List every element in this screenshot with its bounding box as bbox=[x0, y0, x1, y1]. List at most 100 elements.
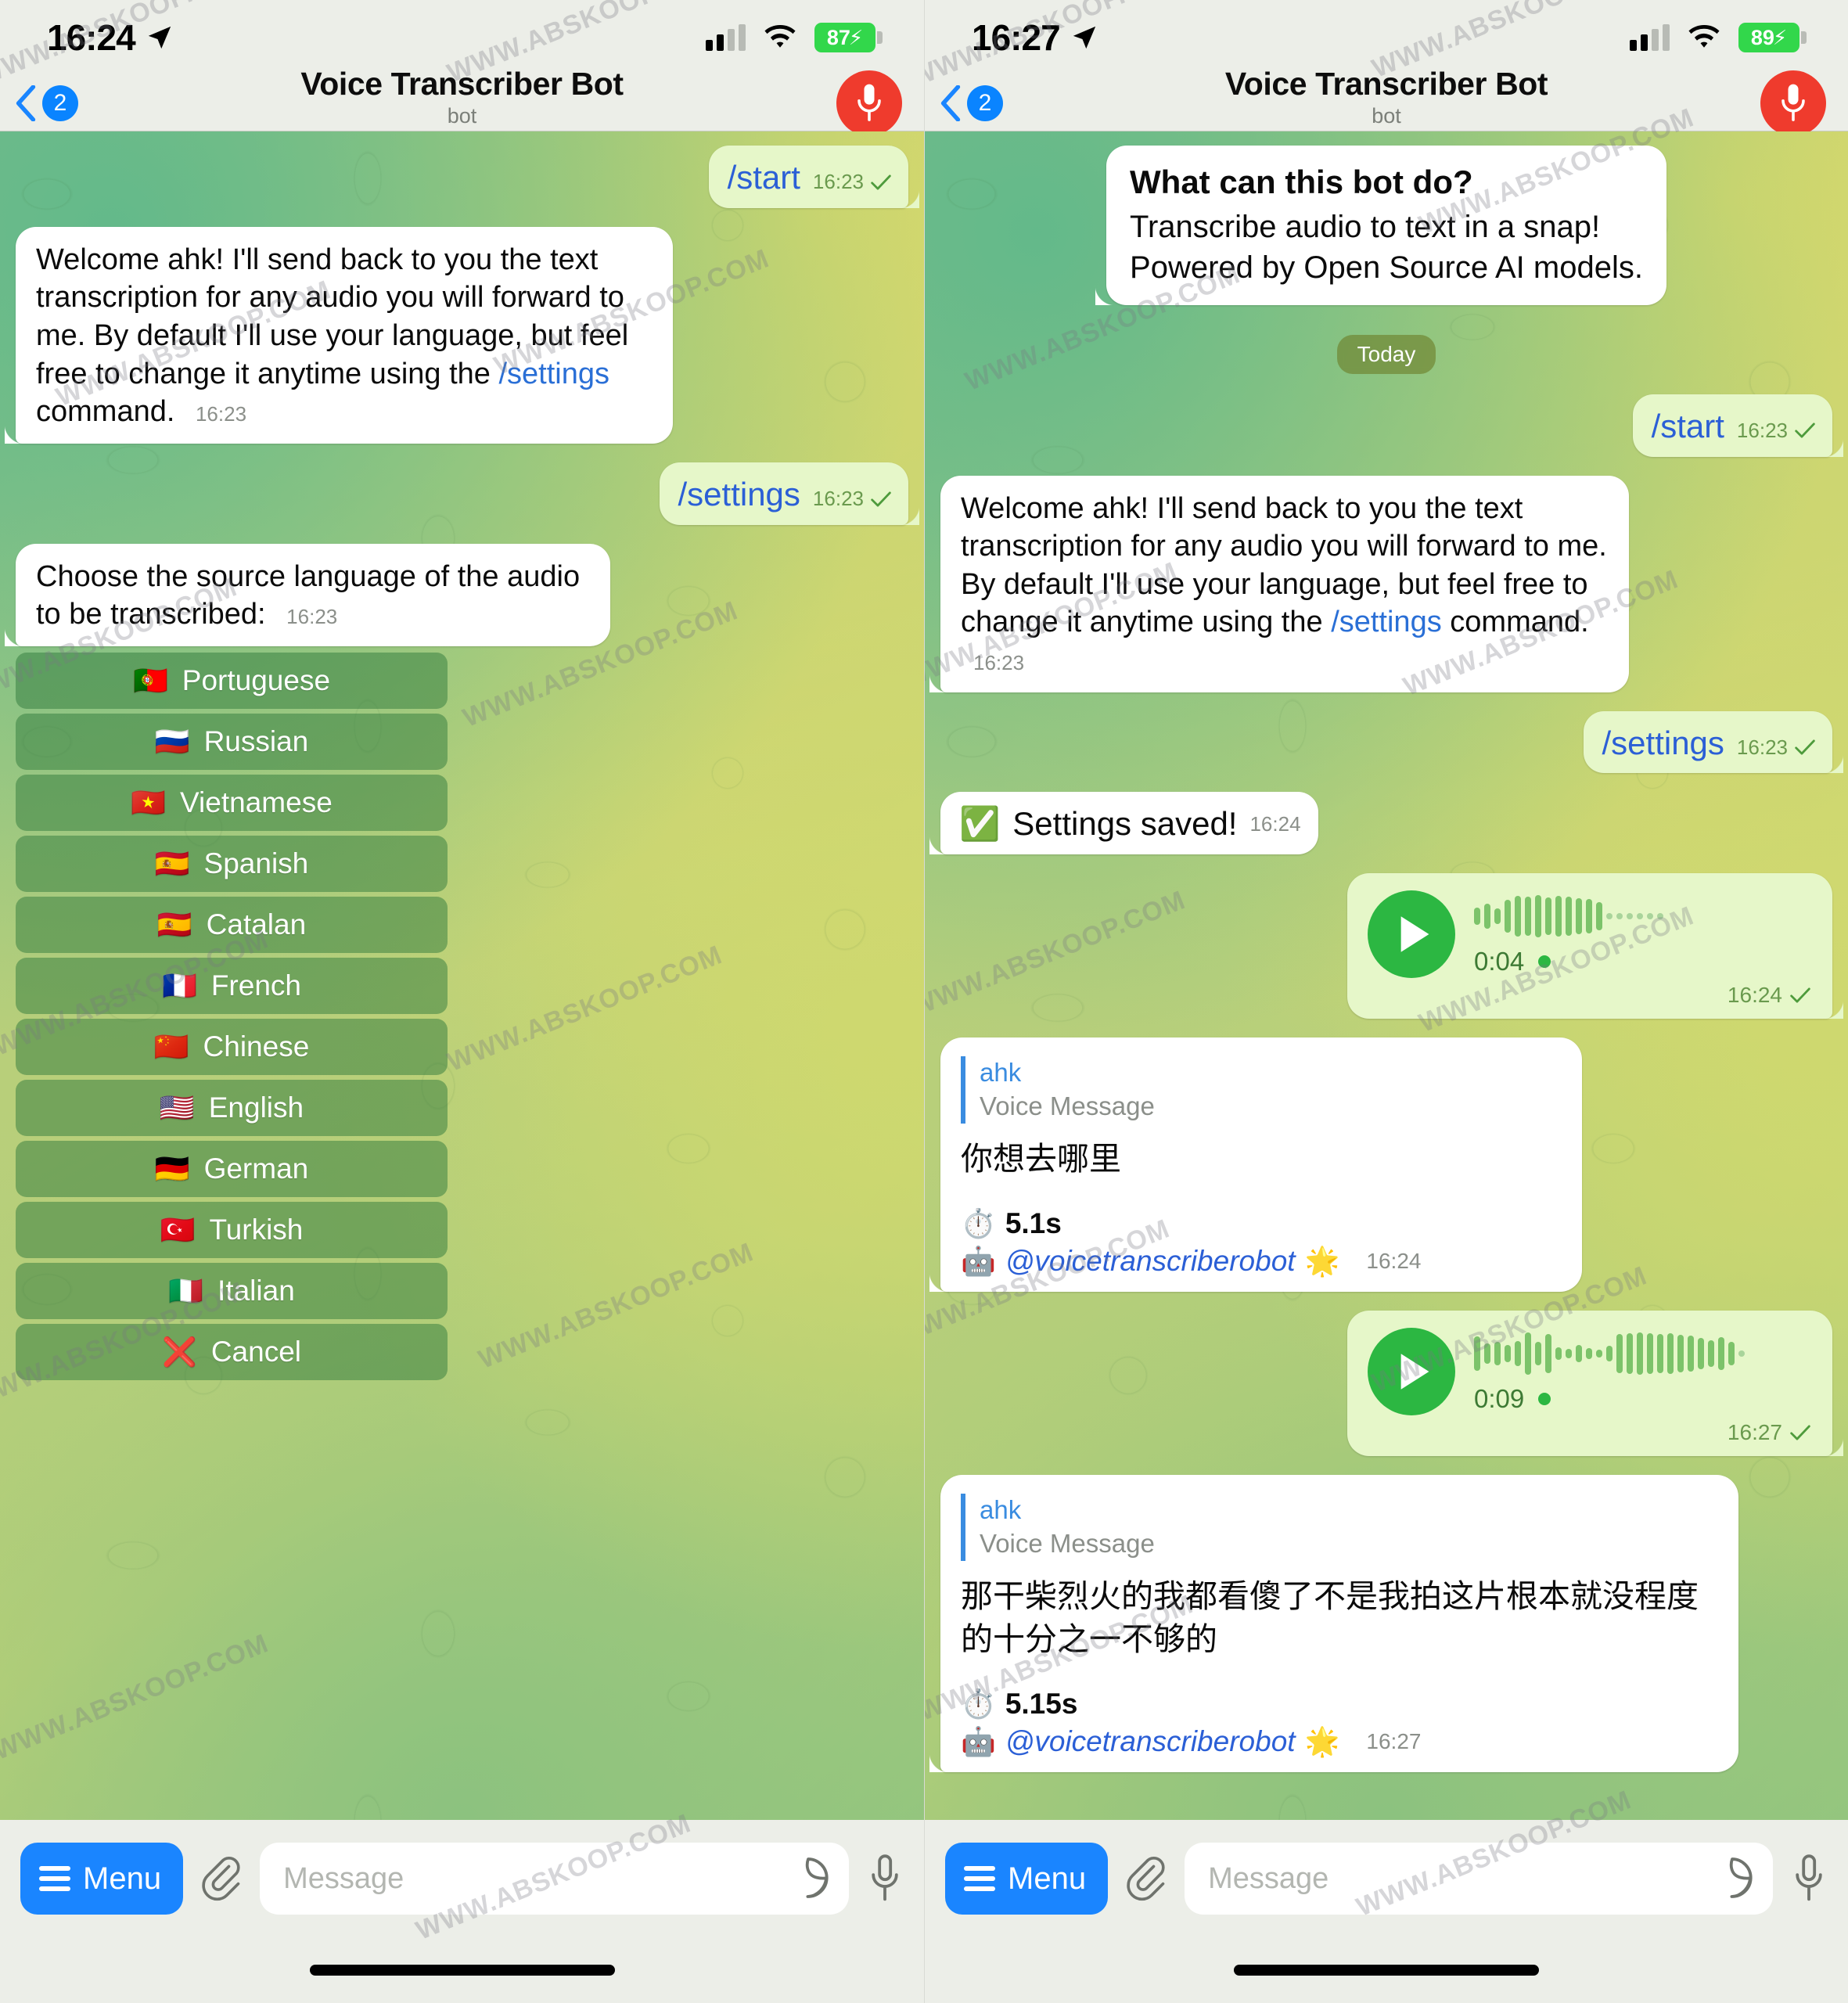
check-icon bbox=[1795, 739, 1815, 755]
paperclip-icon[interactable] bbox=[200, 1854, 243, 1903]
check-icon bbox=[871, 491, 891, 507]
status-clock: 16:24 bbox=[47, 17, 136, 58]
language-button-chinese[interactable]: 🇨🇳 Chinese bbox=[16, 1018, 448, 1075]
reply-quote[interactable]: ahk Voice Message bbox=[961, 1056, 1560, 1124]
reply-author: ahk bbox=[980, 1495, 1022, 1525]
message-bubble-settings-command[interactable]: /settings 16:23 bbox=[659, 462, 919, 525]
flag-germany-icon: 🇩🇪 bbox=[154, 1152, 190, 1185]
message-bubble-settings-command[interactable]: /settings 16:23 bbox=[1583, 710, 1843, 774]
language-label: Chinese bbox=[203, 1030, 310, 1063]
home-indicator-area bbox=[925, 1937, 1848, 2003]
transcription-bubble-1[interactable]: ahk Voice Message 你想去哪里 ⏱️ 5.1s 🤖 @voice… bbox=[929, 1037, 1582, 1293]
chat-subtitle: bot bbox=[447, 104, 477, 128]
message-row: ahk Voice Message 那干柴烈火的我都看傻了不是我拍这片根本就没程… bbox=[929, 1475, 1832, 1773]
stopwatch-emoji-icon: ⏱️ bbox=[961, 1688, 996, 1721]
status-left-group: 16:27 bbox=[972, 16, 1098, 59]
transcription-text: 你想去哪里 bbox=[961, 1141, 1121, 1178]
language-button-french[interactable]: 🇫🇷 French bbox=[16, 957, 448, 1014]
microphone-record-icon[interactable] bbox=[1760, 70, 1826, 136]
message-bubble-welcome[interactable]: Welcome ahk! I'll send back to you the t… bbox=[929, 475, 1629, 692]
bot-description-line1: Transcribe audio to text in a snap! bbox=[1130, 209, 1601, 244]
check-icon bbox=[871, 174, 891, 190]
message-time: 16:23 bbox=[195, 402, 247, 426]
message-bubble-start-command[interactable]: /start 16:23 bbox=[708, 146, 920, 208]
microphone-record-icon[interactable] bbox=[836, 70, 902, 136]
voice-waveform-block: 0:09 bbox=[1474, 1329, 1810, 1414]
reply-quote[interactable]: ahk Voice Message bbox=[961, 1494, 1717, 1562]
menu-button[interactable]: Menu bbox=[945, 1843, 1109, 1915]
waveform[interactable] bbox=[1474, 892, 1810, 940]
mic-glyph bbox=[1781, 84, 1805, 121]
message-input[interactable]: Message bbox=[260, 1843, 849, 1915]
message-time: 16:23 bbox=[1736, 735, 1788, 759]
cancel-label: Cancel bbox=[210, 1335, 301, 1368]
message-meta: 16:23 bbox=[196, 401, 246, 427]
language-button-english[interactable]: 🇺🇸 English bbox=[16, 1079, 448, 1136]
settings-saved-text: Settings saved! bbox=[1012, 805, 1238, 843]
command-text: /start bbox=[727, 159, 800, 196]
language-label: Turkish bbox=[209, 1213, 304, 1246]
sticker-icon[interactable] bbox=[1712, 1857, 1753, 1901]
voice-duration-row: 0:09 bbox=[1474, 1384, 1810, 1414]
bot-handle-link[interactable]: @voicetranscriberobot bbox=[1005, 1725, 1296, 1758]
play-icon[interactable] bbox=[1368, 1328, 1455, 1416]
back-button[interactable]: 2 bbox=[939, 85, 1003, 121]
voice-message-bubble-1[interactable]: 0:04 16:24 bbox=[1347, 873, 1843, 1019]
mic-glyph bbox=[857, 84, 881, 121]
language-button-italian[interactable]: 🇮🇹 Italian bbox=[16, 1262, 448, 1319]
star-emoji-icon: 🌟 bbox=[1304, 1725, 1340, 1758]
language-button-german[interactable]: 🇩🇪 German bbox=[16, 1140, 448, 1197]
message-time: 16:23 bbox=[286, 605, 338, 629]
day-separator: Today bbox=[940, 334, 1832, 374]
flag-portugal-icon: 🇵🇹 bbox=[132, 663, 168, 696]
bot-handle-row: 🤖 @voicetranscriberobot 🌟 16:27 bbox=[961, 1725, 1717, 1758]
cancel-button[interactable]: ❌ Cancel bbox=[16, 1323, 448, 1380]
language-button-portuguese[interactable]: 🇵🇹 Portuguese bbox=[16, 652, 448, 709]
waveform[interactable] bbox=[1474, 1329, 1810, 1378]
flag-spain-icon: 🇪🇸 bbox=[154, 847, 190, 879]
sticker-icon[interactable] bbox=[788, 1857, 829, 1901]
chat-scroll-area-right[interactable]: What can this bot do? Transcribe audio t… bbox=[925, 131, 1848, 1820]
cellular-signal-icon bbox=[1630, 24, 1670, 51]
message-input[interactable]: Message bbox=[1185, 1843, 1773, 1915]
message-time: 16:23 bbox=[812, 486, 864, 510]
language-label: Vietnamese bbox=[180, 786, 333, 818]
message-bubble-start-command[interactable]: /start 16:23 bbox=[1632, 394, 1844, 457]
welcome-text-after: command. bbox=[36, 395, 175, 429]
chat-scroll-area-left[interactable]: /start 16:23 Welcome ahk! I'll send back… bbox=[0, 131, 924, 1820]
back-button[interactable]: 2 bbox=[14, 85, 78, 121]
dual-screenshot: 16:24 87 ⚡ 2 Voice Transcriber Bot bot /… bbox=[0, 0, 1848, 2003]
language-button-vietnamese[interactable]: 🇻🇳 Vietnamese bbox=[16, 774, 448, 831]
message-row: What can this bot do? Transcribe audio t… bbox=[940, 146, 1832, 305]
transcription-bubble-2[interactable]: ahk Voice Message 那干柴烈火的我都看傻了不是我拍这片根本就没程… bbox=[929, 1475, 1738, 1773]
bot-description-card: What can this bot do? Transcribe audio t… bbox=[1095, 146, 1666, 305]
flag-russia-icon: 🇷🇺 bbox=[154, 725, 190, 757]
star-emoji-icon: 🌟 bbox=[1304, 1245, 1340, 1278]
chevron-left-icon bbox=[16, 85, 36, 121]
menu-label: Menu bbox=[1008, 1861, 1087, 1896]
paperclip-icon[interactable] bbox=[1125, 1854, 1167, 1903]
reply-author: ahk bbox=[980, 1058, 1022, 1088]
message-bubble-choose-language[interactable]: Choose the source language of the audio … bbox=[5, 543, 610, 647]
message-bubble-welcome[interactable]: Welcome ahk! I'll send back to you the t… bbox=[5, 226, 673, 444]
settings-command-link[interactable]: /settings bbox=[498, 358, 609, 390]
language-button-turkish[interactable]: 🇹🇷 Turkish bbox=[16, 1201, 448, 1258]
language-label: Russian bbox=[203, 725, 309, 757]
menu-button[interactable]: Menu bbox=[20, 1843, 184, 1915]
unread-badge: 2 bbox=[967, 85, 1003, 121]
bot-handle-link[interactable]: @voicetranscriberobot bbox=[1005, 1245, 1296, 1278]
voice-message-bubble-2[interactable]: 0:09 16:27 bbox=[1347, 1311, 1843, 1457]
home-indicator bbox=[309, 1965, 615, 1976]
play-icon[interactable] bbox=[1368, 890, 1455, 979]
robot-emoji-icon: 🤖 bbox=[961, 1725, 996, 1758]
language-label: Spanish bbox=[203, 847, 309, 879]
message-bubble-settings-saved[interactable]: ✅ Settings saved! 16:24 bbox=[929, 792, 1318, 855]
language-button-russian[interactable]: 🇷🇺 Russian bbox=[16, 713, 448, 770]
charging-bolt-icon: ⚡ bbox=[1772, 25, 1788, 49]
microphone-icon[interactable] bbox=[866, 1850, 904, 1908]
language-button-catalan[interactable]: 🇪🇸 Catalan bbox=[16, 896, 448, 953]
settings-command-link[interactable]: /settings bbox=[1331, 606, 1442, 638]
microphone-icon[interactable] bbox=[1790, 1850, 1828, 1908]
language-button-spanish[interactable]: 🇪🇸 Spanish bbox=[16, 835, 448, 892]
battery-percent: 87 bbox=[826, 25, 850, 49]
